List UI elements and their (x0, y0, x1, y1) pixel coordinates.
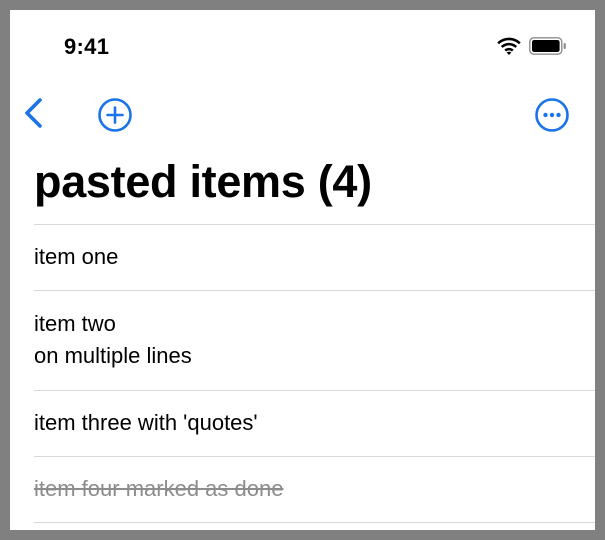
ellipsis-circle-icon[interactable] (534, 97, 570, 133)
list-item-label: item two on multiple lines (34, 311, 192, 368)
list-separator (34, 522, 595, 523)
items-list: item one item two on multiple lines item… (10, 224, 595, 523)
chevron-left-icon[interactable] (20, 96, 48, 130)
status-time: 9:41 (64, 34, 110, 59)
list-item[interactable]: item two on multiple lines (10, 290, 595, 390)
list-item[interactable]: item three with 'quotes' (10, 390, 595, 456)
battery-icon (529, 37, 566, 55)
list-item-label: item four marked as done (34, 476, 284, 501)
status-bar: 9:41 (10, 10, 595, 84)
list-item[interactable]: item one (10, 224, 595, 290)
plus-circle-icon[interactable] (97, 97, 133, 133)
navigation-bar (10, 90, 595, 140)
page-title: pasted items (4) (34, 156, 372, 207)
list-item-label: item three with 'quotes' (34, 410, 258, 435)
wifi-icon (497, 37, 521, 55)
list-item-label: item one (34, 244, 119, 269)
list-item-done[interactable]: item four marked as done (10, 456, 595, 522)
phone-screen: 9:41 pasted items (4) item one item two … (10, 10, 595, 530)
